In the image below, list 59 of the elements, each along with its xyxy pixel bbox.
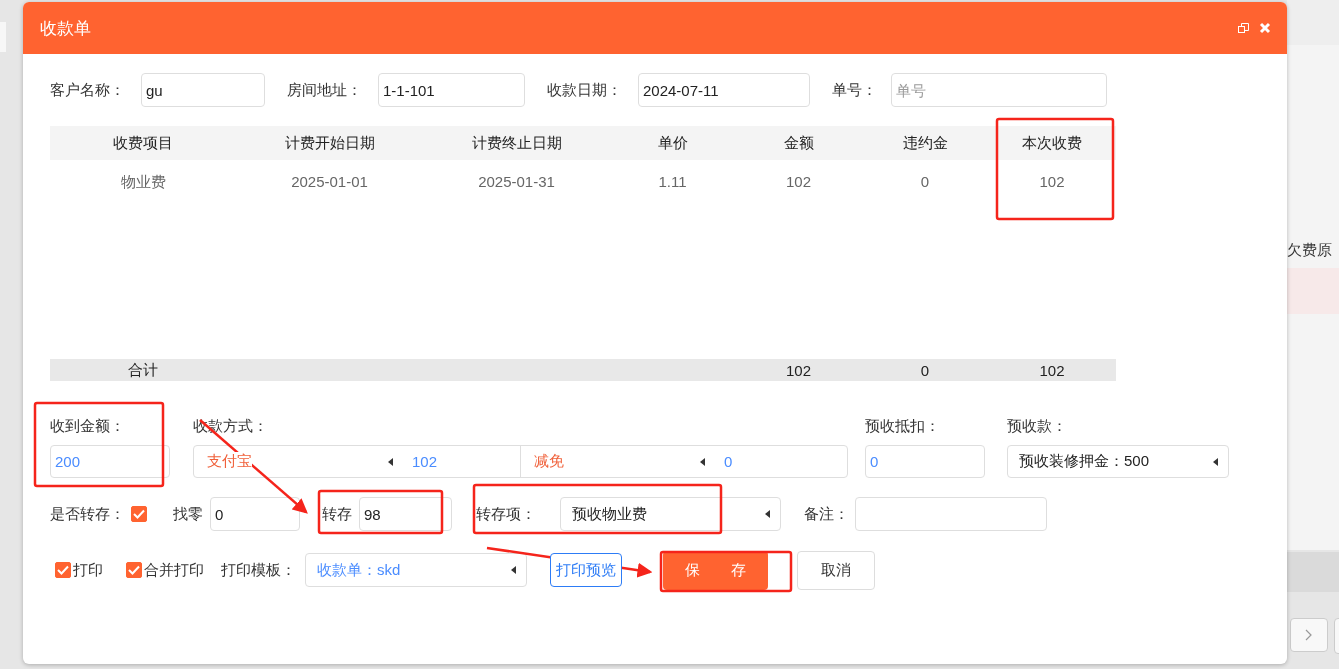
column-header: 收费项目 bbox=[112, 133, 174, 153]
table-cell-text: 102 bbox=[785, 172, 812, 192]
caret-icon[interactable] bbox=[1213, 457, 1218, 466]
checkbox[interactable] bbox=[131, 506, 147, 522]
print-preview-button[interactable]: 打印预览 bbox=[550, 553, 622, 587]
caret-icon[interactable] bbox=[765, 510, 770, 518]
table-cell-text: 0 bbox=[919, 172, 931, 192]
column-header: 欠费原 bbox=[1287, 241, 1333, 260]
checkbox[interactable] bbox=[126, 562, 142, 578]
checkbox-label[interactable]: 合并打印 bbox=[144, 560, 204, 580]
table-cell-text: 2025-01-31 bbox=[477, 172, 556, 192]
column-header: 本次收费 bbox=[1021, 133, 1083, 153]
field-label: 备注： bbox=[804, 504, 849, 524]
next-page-button[interactable] bbox=[1290, 618, 1328, 652]
table-cell-text: 1.11 bbox=[657, 172, 688, 192]
chevron-right-icon bbox=[1305, 629, 1313, 641]
caret-icon[interactable] bbox=[511, 566, 516, 574]
caret-icon[interactable] bbox=[388, 457, 393, 466]
field-label: 客户名称： bbox=[50, 80, 126, 100]
table-cell-text: 2025-01-01 bbox=[290, 172, 369, 192]
field-label: 单号： bbox=[832, 80, 878, 100]
input-field[interactable]: 0 bbox=[210, 497, 300, 531]
field-label: 找零 bbox=[173, 504, 203, 524]
field-label: 转存项： bbox=[476, 504, 536, 524]
input-field[interactable]: 98 bbox=[359, 497, 452, 531]
field-label: 是否转存： bbox=[50, 504, 125, 524]
input-field[interactable]: 单号 bbox=[891, 73, 1107, 107]
column-header: 计费开始日期 bbox=[283, 133, 376, 153]
select-field[interactable]: 预收装修押金：500 bbox=[1007, 445, 1229, 478]
table-cell-text: 102 bbox=[785, 361, 812, 379]
column-header: 违约金 bbox=[901, 133, 949, 153]
field-label: 打印模板： bbox=[221, 560, 296, 580]
field-label: 房间地址： bbox=[287, 80, 363, 100]
field-label: 转存 bbox=[322, 504, 352, 524]
table-row bbox=[1287, 268, 1339, 314]
restore-icon[interactable] bbox=[1238, 22, 1249, 34]
field-label: 收到金额： bbox=[50, 416, 126, 436]
column-header: 单价 bbox=[656, 133, 689, 153]
column-header: 金额 bbox=[782, 133, 815, 153]
checkbox[interactable] bbox=[55, 562, 71, 578]
column-header: 计费终止日期 bbox=[470, 133, 563, 153]
input-field[interactable]: gu bbox=[141, 73, 265, 107]
table-cell-text: 合计 bbox=[127, 360, 159, 380]
table-cell-text: 102 bbox=[1038, 172, 1066, 192]
caret-icon[interactable] bbox=[700, 457, 705, 466]
cancel-button[interactable]: 取消 bbox=[797, 550, 875, 590]
table-cell-text: 0 bbox=[919, 361, 931, 379]
window-title: 收款单 bbox=[40, 17, 91, 40]
table-cell-text: 102 bbox=[1038, 361, 1066, 379]
table-cell-text: 物业费 bbox=[119, 172, 167, 192]
field-label: 预收抵扣： bbox=[865, 416, 941, 436]
checkbox-label[interactable]: 打印 bbox=[73, 560, 103, 580]
input-field[interactable]: 1-1-101 bbox=[378, 73, 525, 107]
field-label: 预收款： bbox=[1007, 416, 1068, 436]
input-field[interactable]: 2024-07-11 bbox=[638, 73, 810, 107]
close-icon[interactable] bbox=[1259, 22, 1271, 34]
select-field[interactable]: 预收物业费 bbox=[560, 497, 781, 531]
field-label: 收款日期： bbox=[547, 80, 623, 100]
input-field[interactable] bbox=[855, 497, 1047, 531]
